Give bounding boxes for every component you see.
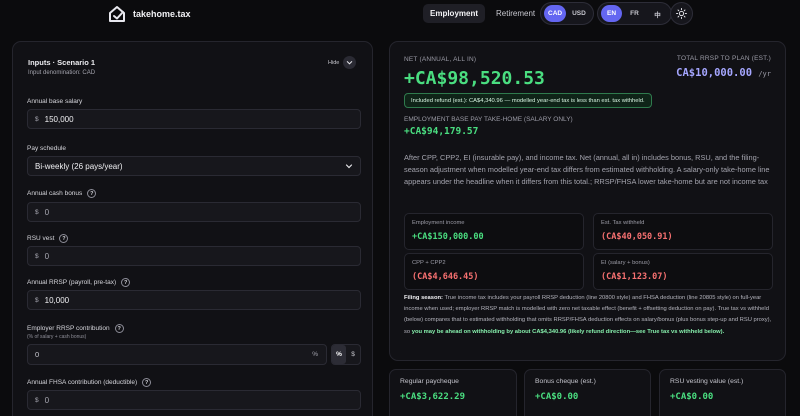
percent-symbol: % [312, 351, 318, 358]
card-value: +CA$0.00 [670, 392, 714, 402]
employer-rrsp-input[interactable]: 0 % [27, 344, 327, 365]
net-label: NET (ANNUAL, ALL IN) [404, 56, 477, 63]
card-cpp: CPP + CPP2 (CA$4,646.45) [404, 253, 584, 290]
card-label: RSU vesting value (est.) [670, 378, 744, 385]
rsu-vest-label: RSU vest ? [27, 234, 69, 243]
currency-usd[interactable]: USD [568, 5, 590, 22]
employment-takehome-label: EMPLOYMENT BASE PAY TAKE-HOME (SALARY ON… [404, 116, 573, 123]
help-icon[interactable]: ? [121, 278, 131, 287]
summary-panel: NET (ANNUAL, ALL IN) +CA$98,520.53 TOTAL… [389, 41, 786, 361]
rrsp-plan-unit: /yr [758, 70, 771, 78]
pay-schedule-select[interactable]: Bi-weekly (26 pays/year) [27, 156, 361, 176]
bonus-cheque-card: Bonus cheque (est.) +CA$0.00 [524, 369, 651, 416]
summary-description: After CPP, CPP2, EI (insurable pay), and… [404, 153, 770, 187]
rrsp-plan-label: TOTAL RRSP TO PLAN (EST.) [676, 55, 771, 62]
card-value: (CA$4,646.45) [412, 272, 479, 282]
fhsa-placeholder: 0 [44, 395, 50, 405]
brand[interactable]: takehome.tax [108, 5, 191, 23]
currency-cad[interactable]: CAD [544, 5, 567, 22]
base-salary-value: 150,000 [44, 114, 74, 124]
card-employment-income: Employment income +CA$150,000.00 [404, 213, 584, 250]
language-toggle: EN FR 中 [597, 2, 672, 25]
rsu-vest-input[interactable]: $ 0 [27, 246, 361, 266]
currency-symbol: $ [35, 208, 39, 216]
card-tax-withheld: Est. Tax withheld (CA$40,050.91) [593, 213, 773, 250]
fhsa-input[interactable]: $ 0 [27, 390, 361, 410]
currency-symbol: $ [35, 115, 39, 123]
theme-toggle-button[interactable] [670, 2, 693, 25]
cash-bonus-input[interactable]: $ 0 [27, 202, 361, 222]
card-label: CPP + CPP2 [412, 260, 446, 266]
card-value: (CA$1,123.07) [601, 272, 668, 282]
mode-dollar[interactable]: $ [346, 345, 360, 364]
refund-badge: Included refund (est.): CA$4,340.96 — mo… [404, 93, 652, 108]
card-label: Bonus cheque (est.) [535, 378, 596, 385]
language-fr[interactable]: FR [624, 5, 645, 22]
inputs-panel: Inputs · Scenario 1 Input denomination: … [12, 41, 373, 416]
mode-percent[interactable]: % [332, 345, 346, 364]
base-salary-label: Annual base salary [27, 98, 83, 105]
help-icon[interactable]: ? [87, 189, 97, 198]
hide-label: Hide [328, 59, 340, 66]
cash-bonus-label: Annual cash bonus ? [27, 189, 97, 198]
employer-rrsp-field: 0 % % $ [27, 344, 361, 365]
employer-rrsp-mode-toggle: % $ [331, 344, 361, 365]
filing-highlight: you may be ahead on withholding by about… [411, 328, 725, 335]
rrsp-plan-value-wrap: CA$10,000.00 /yr [676, 67, 771, 79]
rsu-vesting-card: RSU vesting value (est.) +CA$0.00 [659, 369, 786, 416]
regular-paycheque-card: Regular paycheque +CA$3,622.29 [389, 369, 517, 416]
hide-inputs-button[interactable]: Hide [328, 56, 357, 69]
employer-rrsp-sub: (% of salary + cash bonus) [27, 334, 87, 340]
help-icon[interactable]: ? [114, 324, 124, 333]
help-icon[interactable]: ? [142, 378, 152, 387]
language-zh[interactable]: 中 [647, 5, 668, 22]
rrsp-payroll-input[interactable]: $ 10,000 [27, 290, 361, 310]
employment-takehome-value: +CA$94,179.57 [404, 126, 479, 137]
currency-symbol: $ [35, 296, 39, 304]
brand-name: takehome.tax [133, 9, 191, 19]
card-value: +CA$3,622.29 [400, 392, 466, 402]
card-label: EI (salary + bonus) [601, 260, 650, 266]
chevron-down-icon [345, 164, 353, 169]
card-ei: EI (salary + bonus) (CA$1,123.07) [593, 253, 773, 290]
home-logo-icon [109, 6, 125, 22]
tab-employment[interactable]: Employment [423, 4, 486, 23]
net-value: +CA$98,520.53 [404, 68, 545, 89]
main-nav: Employment Retirement [423, 4, 542, 23]
sun-icon [676, 8, 687, 19]
tab-retirement[interactable]: Retirement [489, 4, 542, 23]
rsu-vest-placeholder: 0 [44, 251, 50, 261]
pay-schedule-value: Bi-weekly (26 pays/year) [35, 161, 123, 171]
filing-season-note: Filing season: True income tax includes … [404, 293, 774, 338]
language-en[interactable]: EN [601, 5, 622, 22]
base-salary-input[interactable]: $ 150,000 [27, 109, 361, 129]
chevron-down-icon [343, 56, 357, 69]
input-denomination: Input denomination: CAD [28, 70, 96, 76]
card-value: +CA$150,000.00 [412, 232, 484, 242]
card-label: Regular paycheque [400, 378, 459, 385]
card-label: Employment income [412, 220, 465, 226]
help-icon[interactable]: ? [59, 234, 69, 243]
rrsp-payroll-value: 10,000 [44, 295, 70, 305]
fhsa-label: Annual FHSA contribution (deductible) ? [27, 378, 152, 387]
card-label: Est. Tax withheld [601, 220, 645, 226]
currency-symbol: $ [35, 252, 39, 260]
pay-schedule-label: Pay schedule [27, 145, 67, 152]
currency-toggle: CAD USD [540, 2, 594, 25]
currency-symbol: $ [35, 396, 39, 404]
top-bar: takehome.tax Employment Retirement CAD U… [0, 0, 800, 30]
cash-bonus-placeholder: 0 [44, 207, 50, 217]
filing-title: Filing season: [404, 295, 443, 301]
employer-rrsp-placeholder: 0 [35, 350, 40, 359]
inputs-title: Inputs · Scenario 1 [28, 58, 96, 67]
rrsp-payroll-label: Annual RRSP (payroll, pre-tax) ? [27, 278, 131, 287]
card-value: (CA$40,050.91) [601, 232, 673, 242]
card-value: +CA$0.00 [535, 392, 579, 402]
rrsp-plan-value: CA$10,000.00 [676, 67, 753, 79]
employer-rrsp-label: Employer RRSP contribution ? [27, 324, 124, 333]
